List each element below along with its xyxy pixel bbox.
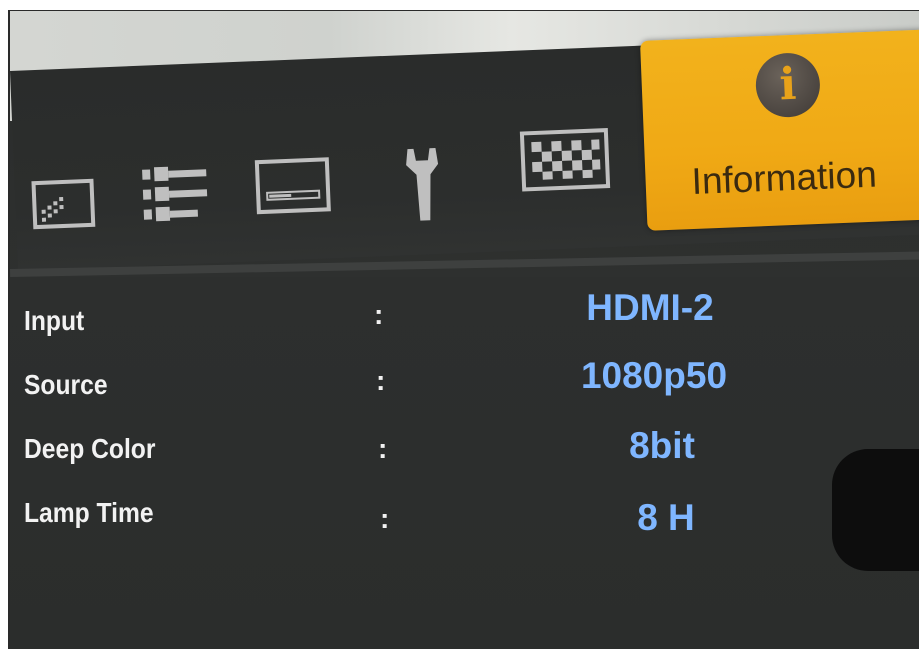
- projector-osd-photo: i Information Input : HDMI-2 Source : 10…: [8, 10, 919, 649]
- information-panel: Input : HDMI-2 Source : 1080p50 Deep Col…: [10, 277, 919, 649]
- dark-overlay-shape: [832, 449, 919, 571]
- info-value: 1080p50: [580, 355, 728, 396]
- info-label: Source: [24, 369, 108, 400]
- tab-setup[interactable]: [401, 144, 444, 226]
- info-value: 8 H: [637, 497, 695, 538]
- info-row-source: Source : 1080p50: [10, 349, 919, 409]
- info-separator: :: [376, 365, 386, 396]
- tab-input-settings[interactable]: [138, 163, 212, 226]
- info-separator: :: [378, 433, 388, 464]
- info-row-input: Input : HDMI-2: [10, 285, 919, 345]
- information-icon: i: [754, 51, 822, 119]
- tab-information-label: Information: [690, 153, 878, 203]
- picture-icon: [31, 178, 96, 230]
- info-label: Lamp Time: [24, 497, 154, 528]
- screenshot-border: [0, 0, 919, 9]
- tab-display[interactable]: [254, 156, 332, 215]
- test-pattern-icon: [519, 128, 611, 192]
- tab-test-pattern[interactable]: [519, 127, 611, 193]
- input-settings-icon: [142, 166, 208, 222]
- info-row-deep-color: Deep Color : 8bit: [10, 413, 919, 473]
- info-label: Input: [24, 305, 85, 336]
- info-row-lamp-time: Lamp Time : 8 H: [10, 477, 919, 538]
- info-separator: :: [374, 299, 384, 330]
- info-value: HDMI-2: [586, 287, 714, 328]
- display-icon: [254, 157, 331, 215]
- tab-picture[interactable]: [30, 178, 96, 231]
- info-label: Deep Color: [24, 433, 156, 464]
- wrench-icon: [406, 147, 439, 221]
- info-separator: :: [380, 503, 390, 534]
- info-value: 8bit: [629, 425, 695, 466]
- tab-information[interactable]: i Information: [640, 29, 919, 231]
